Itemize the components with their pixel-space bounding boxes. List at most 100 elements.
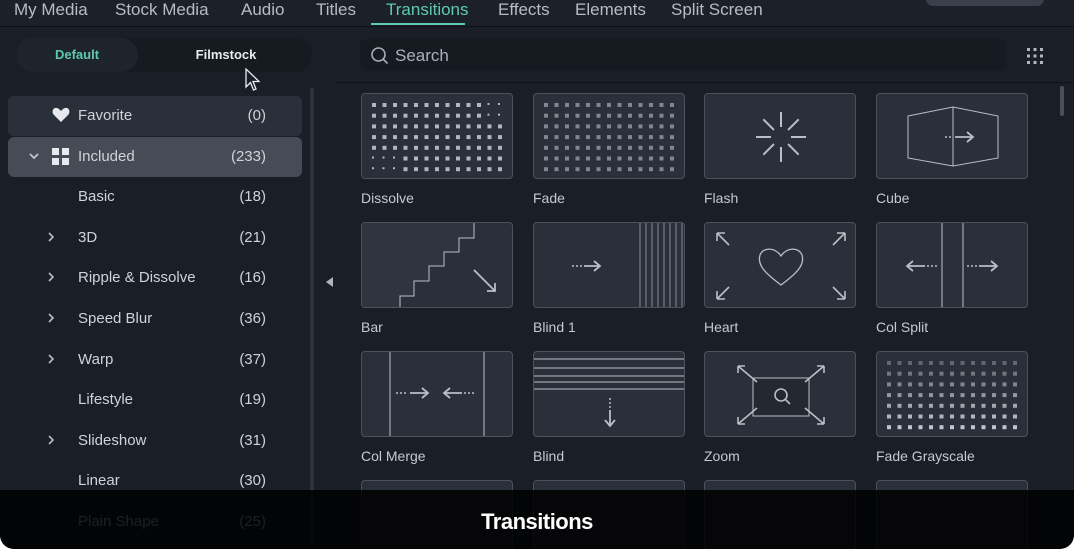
grid-view-icon[interactable] <box>1026 47 1044 70</box>
filmstock-tab-button[interactable]: Filmstock <box>166 38 286 72</box>
transition-label: Bar <box>361 319 383 335</box>
transition-thumbnail-col-merge[interactable] <box>361 351 513 437</box>
fade-grayscale-thumb-icon <box>887 361 1017 430</box>
transition-label: Fade Grayscale <box>876 448 975 464</box>
sidebar-item-count: (30) <box>239 472 266 490</box>
col-merge-thumb-icon <box>389 352 485 436</box>
tab-audio[interactable]: Audio <box>241 0 284 20</box>
fade-thumb-icon <box>544 103 674 172</box>
heart-thumb-icon <box>716 232 846 300</box>
sidebar-item-warp[interactable]: Warp (37) <box>8 340 302 380</box>
sidebar-item-label: Favorite <box>78 107 133 124</box>
sidebar-item-included[interactable]: Included (233) <box>8 137 302 177</box>
zoom-thumb-icon <box>737 365 825 425</box>
sidebar-item-count: (0) <box>247 107 266 124</box>
flash-thumb-icon <box>756 112 806 162</box>
heart-icon <box>52 107 70 127</box>
grid-icon <box>52 148 70 170</box>
sidebar-item-count: (19) <box>239 391 266 409</box>
transition-thumbnail-fade-grayscale[interactable] <box>876 351 1028 437</box>
sidebar-item-count: (233) <box>230 148 266 165</box>
default-tab-button[interactable]: Default <box>16 38 138 72</box>
top-tab-bar: My Media Stock Media Audio Titles Transi… <box>0 0 1074 27</box>
transition-label: Dissolve <box>361 190 414 206</box>
col-split-thumb-icon <box>905 223 999 307</box>
bar-thumb-icon <box>362 223 496 307</box>
tab-effects[interactable]: Effects <box>498 0 550 20</box>
library-toggle: Default Filmstock <box>16 38 312 72</box>
app-window: My Media Stock Media Audio Titles Transi… <box>0 0 1074 549</box>
transition-thumbnail-col-split[interactable] <box>876 222 1028 308</box>
transition-thumbnail-fade[interactable] <box>533 93 685 179</box>
transition-thumbnail-bar[interactable] <box>361 222 513 308</box>
sidebar-item-label: Included <box>78 148 135 165</box>
content-scrollbar[interactable] <box>1060 86 1064 116</box>
transition-thumbnail-dissolve[interactable] <box>361 93 513 179</box>
tab-elements[interactable]: Elements <box>575 0 646 20</box>
sidebar-item-lifestyle[interactable]: Lifestyle (19) <box>8 380 302 420</box>
category-sidebar: Default Filmstock Favorite (0) Included … <box>0 28 318 549</box>
transition-label: Fade <box>533 190 565 206</box>
chevron-down-icon[interactable] <box>28 146 40 170</box>
transition-thumbnail-zoom[interactable] <box>704 351 856 437</box>
mouse-cursor-icon <box>245 67 263 97</box>
sidebar-item-ripple-dissolve[interactable]: Ripple & Dissolve (16) <box>8 258 302 298</box>
transition-thumbnail-heart[interactable] <box>704 222 856 308</box>
sidebar-item-slideshow[interactable]: Slideshow (31) <box>8 421 302 461</box>
transition-label: Col Merge <box>361 448 426 464</box>
sidebar-item-label: Linear <box>78 472 120 490</box>
sidebar-item-count: (31) <box>239 431 266 449</box>
divider <box>336 82 1074 83</box>
sidebar-item-favorite[interactable]: Favorite (0) <box>8 96 302 136</box>
sidebar-item-label: Warp <box>78 350 114 368</box>
tab-split-screen[interactable]: Split Screen <box>671 0 763 20</box>
collapse-sidebar-arrow-icon[interactable] <box>326 277 333 287</box>
transition-thumbnail-flash[interactable] <box>704 93 856 179</box>
transition-thumbnail-cube[interactable] <box>876 93 1028 179</box>
active-tab-indicator <box>371 23 465 25</box>
transition-label: Heart <box>704 319 739 335</box>
transition-label: Blind <box>533 448 565 464</box>
sidebar-item-speed-blur[interactable]: Speed Blur (36) <box>8 299 302 339</box>
blind1-thumb-icon <box>572 223 683 307</box>
dissolve-thumb-icon <box>372 103 502 172</box>
caption-text: Transitions <box>481 509 593 534</box>
sidebar-item-label: Speed Blur <box>78 310 153 327</box>
sidebar-item-count: (21) <box>239 228 266 246</box>
sidebar-scrollbar[interactable] <box>310 88 314 548</box>
search-icon <box>370 46 390 71</box>
tab-stock-media[interactable]: Stock Media <box>115 0 209 20</box>
video-caption-bar: Transitions <box>0 490 1074 549</box>
sidebar-item-label: Basic <box>78 188 115 206</box>
sidebar-item-count: (36) <box>239 310 266 327</box>
chevron-right-icon[interactable] <box>46 227 56 251</box>
chevron-right-icon[interactable] <box>46 349 56 373</box>
sidebar-item-count: (16) <box>239 269 266 287</box>
transition-label: Zoom <box>704 448 740 464</box>
transition-label: Flash <box>704 190 739 206</box>
search-placeholder: Search <box>395 46 449 65</box>
sidebar-item-label: Slideshow <box>78 431 147 449</box>
tab-my-media[interactable]: My Media <box>14 0 88 20</box>
blind-thumb-icon <box>534 358 684 428</box>
sidebar-item-basic[interactable]: Basic (18) <box>8 177 302 217</box>
sidebar-item-count: (18) <box>239 188 266 206</box>
transition-thumbnail-blind-1[interactable] <box>533 222 685 308</box>
transition-label: Blind 1 <box>533 319 576 335</box>
tab-transitions[interactable]: Transitions <box>386 0 469 20</box>
sidebar-item-label: Lifestyle <box>78 391 134 409</box>
sidebar-item-label: 3D <box>78 228 98 246</box>
sidebar-item-label: Ripple & Dissolve <box>78 269 196 287</box>
search-input[interactable]: Search <box>360 39 1006 71</box>
sidebar-item-count: (37) <box>239 350 266 368</box>
tab-titles[interactable]: Titles <box>316 0 356 20</box>
top-right-button[interactable] <box>926 0 1044 6</box>
transition-thumbnail-blind[interactable] <box>533 351 685 437</box>
chevron-right-icon[interactable] <box>46 267 56 291</box>
cube-thumb-icon <box>907 106 999 167</box>
transition-label: Col Split <box>876 319 929 335</box>
chevron-right-icon[interactable] <box>46 308 56 332</box>
transition-label: Cube <box>876 190 910 206</box>
chevron-right-icon[interactable] <box>46 430 56 454</box>
sidebar-item-3d[interactable]: 3D (21) <box>8 218 302 258</box>
